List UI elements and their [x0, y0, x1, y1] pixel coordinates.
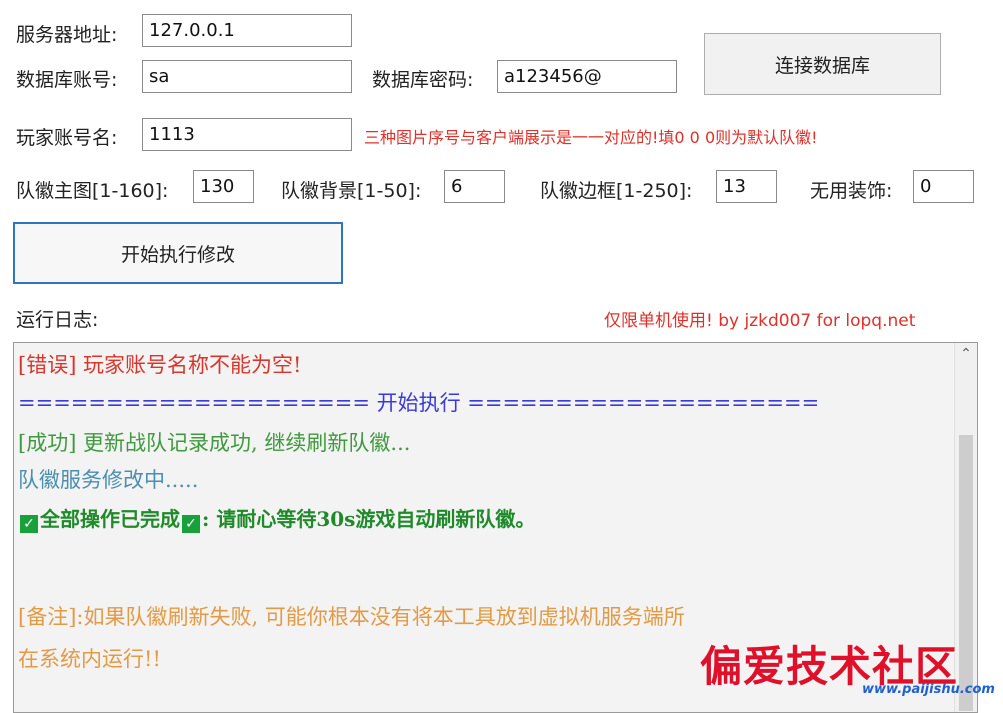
- db-account-label: 数据库账号:: [16, 69, 118, 91]
- scroll-up-icon[interactable]: ⌃: [955, 346, 977, 362]
- log-done-part-a: 全部操作已完成: [40, 507, 180, 531]
- check-icon: ✓: [20, 515, 38, 533]
- log-line-done: ✓ 全部操作已完成 ✓: 请耐心等待30s游戏自动刷新队徽。: [18, 503, 535, 533]
- player-note: 三种图片序号与客户端展示是一一对应的!填0 0 0则为默认队徽!: [364, 128, 818, 147]
- emblem-background-input[interactable]: [444, 170, 505, 203]
- emblem-background-label: 队徽背景[1-50]:: [281, 180, 422, 202]
- log-line-separator: ==================== 开始执行 ==============…: [18, 391, 820, 415]
- log-line-success: [成功] 更新战队记录成功, 继续刷新队徽...: [18, 431, 411, 455]
- emblem-border-label: 队徽边框[1-250]:: [540, 180, 693, 202]
- watermark-url: www.paijishu.com: [862, 682, 995, 697]
- player-account-label: 玩家账号名:: [16, 127, 118, 149]
- scroll-thumb[interactable]: [959, 435, 973, 711]
- log-line-progress: 队徽服务修改中.....: [18, 468, 199, 492]
- db-account-input[interactable]: [142, 60, 352, 93]
- db-password-label: 数据库密码:: [372, 69, 474, 91]
- connect-database-button[interactable]: 连接数据库: [704, 33, 941, 95]
- log-line-remark-2: 在系统内运行!!: [18, 647, 161, 671]
- check-icon: ✓: [182, 515, 200, 533]
- log-done-part-b: : 请耐心等待30s游戏自动刷新队徽。: [202, 507, 536, 531]
- log-label: 运行日志:: [16, 309, 99, 331]
- start-modify-button[interactable]: 开始执行修改: [13, 222, 343, 284]
- server-address-label: 服务器地址:: [16, 24, 118, 46]
- log-line-error: [错误] 玩家账号名称不能为空!: [18, 353, 302, 377]
- unused-decoration-label: 无用装饰:: [810, 180, 893, 202]
- player-account-input[interactable]: [142, 118, 352, 151]
- server-address-input[interactable]: [142, 14, 352, 47]
- credit-text: 仅限单机使用! by jzkd007 for lopq.net: [604, 311, 916, 331]
- unused-decoration-input[interactable]: [913, 170, 974, 203]
- db-password-input[interactable]: [497, 60, 677, 93]
- log-line-remark-1: [备注]:如果队徽刷新失败, 可能你根本没有将本工具放到虚拟机服务端所: [18, 605, 685, 629]
- emblem-main-label: 队徽主图[1-160]:: [16, 180, 169, 202]
- emblem-border-input[interactable]: [716, 170, 777, 203]
- emblem-main-input[interactable]: [193, 170, 254, 203]
